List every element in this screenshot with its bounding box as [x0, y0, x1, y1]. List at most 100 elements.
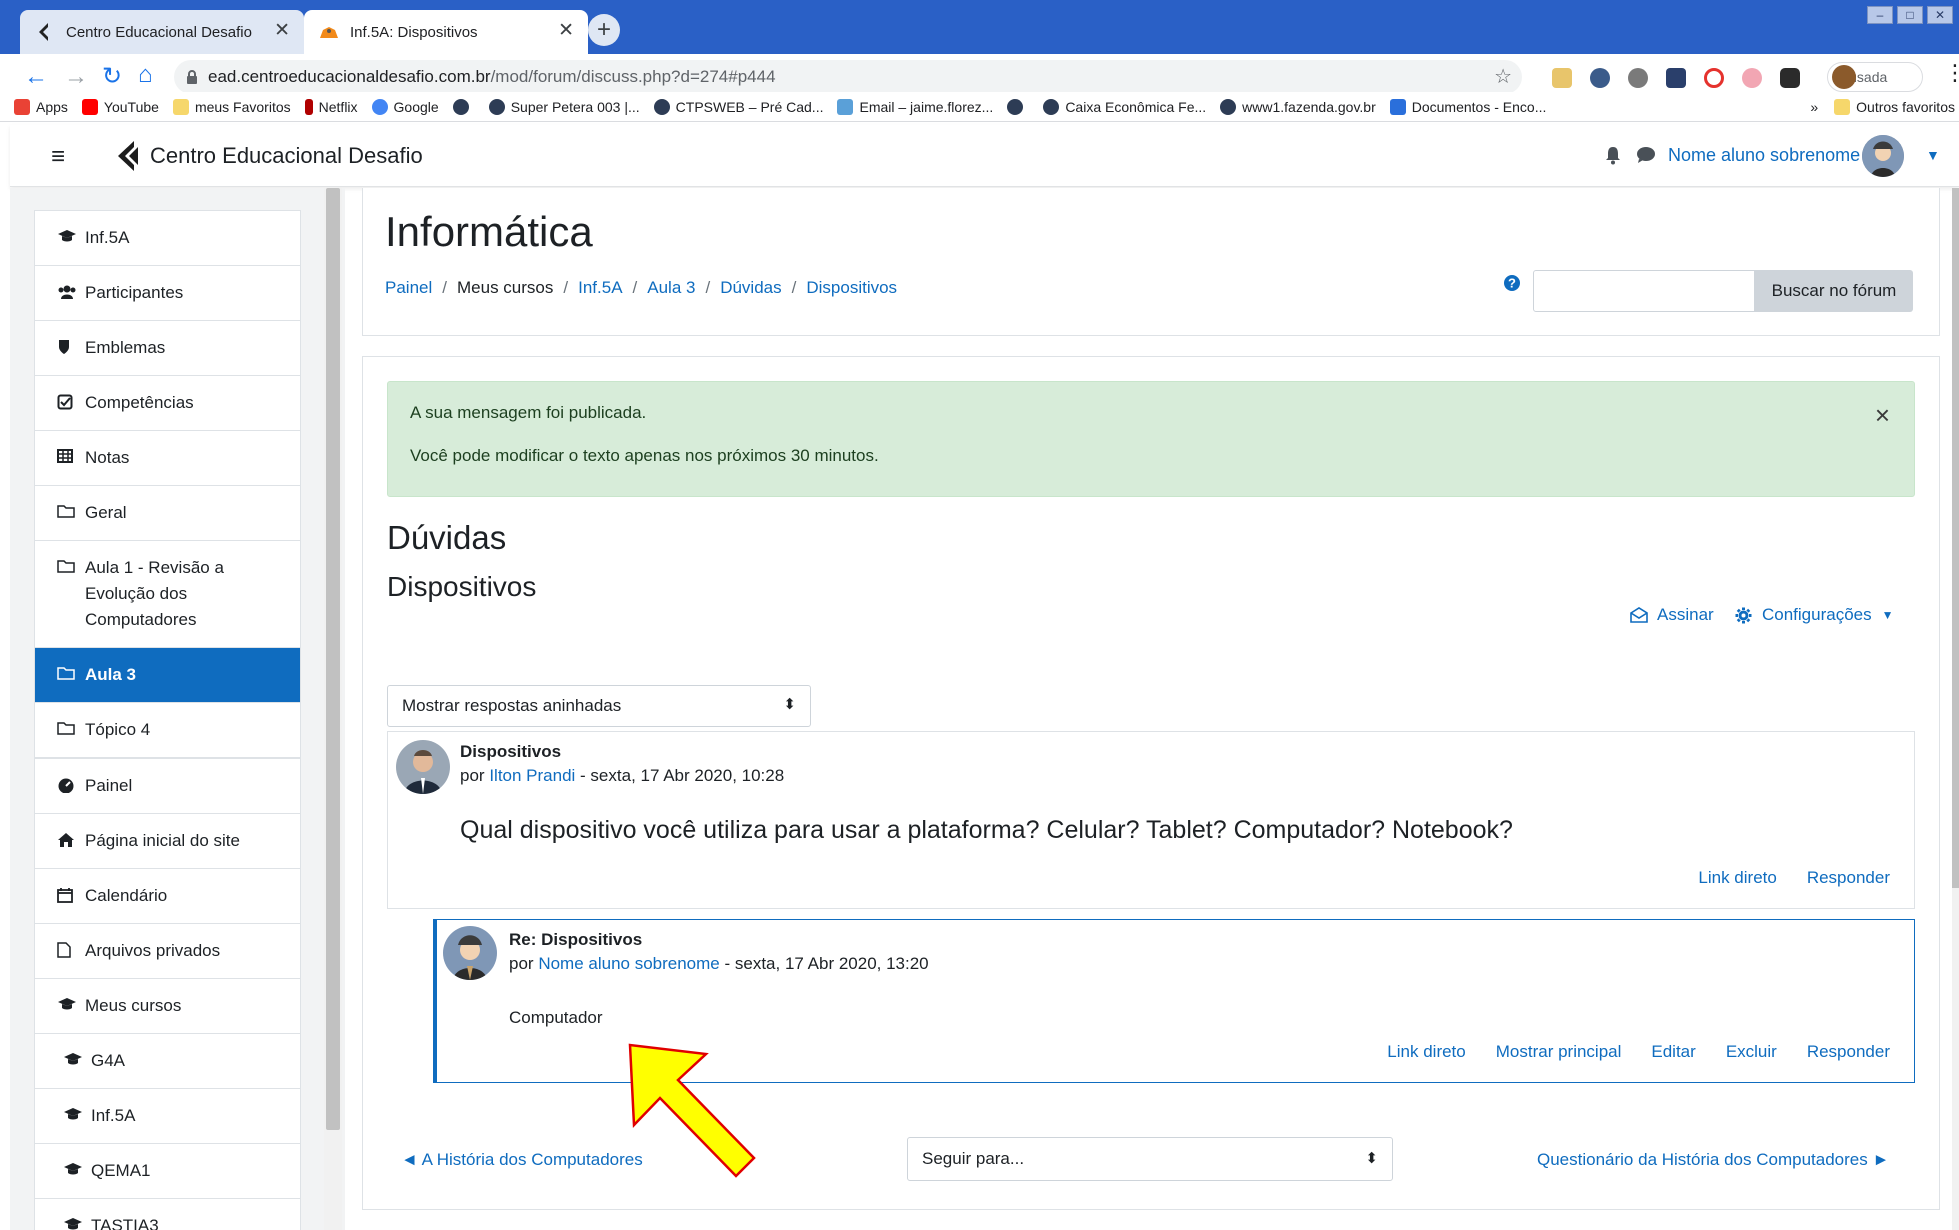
bookmark-petera[interactable]: Super Petera 003 |...	[488, 98, 640, 115]
back-arrow-icon[interactable]: ←	[24, 64, 48, 90]
extension-icon[interactable]	[1552, 68, 1572, 88]
browser-menu-icon[interactable]: ⋮	[1944, 60, 1959, 86]
bookmark-globe[interactable]	[1007, 98, 1029, 115]
bookmark-star-icon[interactable]: ☆	[1494, 64, 1512, 89]
drawer-item-badges[interactable]: Emblemas	[35, 321, 300, 376]
graduation-cap-icon	[63, 1162, 83, 1180]
browser-tab-1[interactable]: Centro Educacional Desafio ✕	[20, 10, 304, 54]
post-author-link[interactable]: Ilton Prandi	[489, 766, 575, 785]
bookmark-fazenda[interactable]: www1.fazenda.gov.br	[1220, 98, 1376, 115]
drawer-item-calendar[interactable]: Calendário	[35, 869, 300, 924]
minimize-button[interactable]: –	[1867, 6, 1893, 24]
other-bookmarks[interactable]: Outros favoritos	[1834, 98, 1955, 115]
permalink-link[interactable]: Link direto	[1387, 1042, 1465, 1062]
browser-tab-2[interactable]: Inf.5A: Dispositivos ✕	[304, 10, 588, 54]
site-name[interactable]: Centro Educacional Desafio	[150, 143, 423, 169]
profile-avatar	[1832, 65, 1856, 89]
extension-icon[interactable]	[1780, 68, 1800, 88]
forward-arrow-icon[interactable]: →	[64, 64, 88, 90]
next-activity-link[interactable]: Questionário da História dos Computadore…	[1537, 1150, 1889, 1170]
new-tab-button[interactable]: +	[588, 14, 620, 46]
drawer-scrollbar[interactable]	[326, 188, 340, 1130]
drawer-item-course-inf5a[interactable]: Inf.5A	[35, 1089, 300, 1144]
drawer-item-course-tastia3[interactable]: TASTIA3	[35, 1199, 300, 1230]
close-tab-icon[interactable]: ✕	[558, 20, 574, 42]
breadcrumb-section[interactable]: Aula 3	[647, 278, 695, 298]
block-extension-icon[interactable]	[1704, 68, 1724, 88]
address-bar[interactable]: ead.centroeducacionaldesafio.com.br/mod/…	[174, 60, 1522, 94]
drawer-item-course[interactable]: Inf.5A	[35, 211, 300, 266]
drawer-item-my-courses[interactable]: Meus cursos	[35, 979, 300, 1034]
breadcrumb-dashboard[interactable]: Painel	[385, 278, 432, 298]
permalink-link[interactable]: Link direto	[1698, 868, 1776, 888]
bookmark-apps[interactable]: Apps	[14, 98, 68, 115]
drawer-item-course-g4a[interactable]: G4A	[35, 1034, 300, 1089]
success-alert: A sua mensagem foi publicada. Você pode …	[387, 381, 1915, 497]
drawer-item-participants[interactable]: Participantes	[35, 266, 300, 321]
drawer-item-course-qema1[interactable]: QEMA1	[35, 1144, 300, 1199]
site-logo-icon[interactable]	[114, 139, 144, 173]
chat-icon[interactable]	[1636, 146, 1656, 164]
page-scrollbar[interactable]	[1952, 188, 1959, 1230]
drawer-item-private-files[interactable]: Arquivos privados	[35, 924, 300, 979]
edit-link[interactable]: Editar	[1651, 1042, 1695, 1062]
bookmark-globe[interactable]	[452, 98, 475, 115]
extension-icon[interactable]	[1590, 68, 1610, 88]
breadcrumb-discussion[interactable]: Dispositivos	[806, 278, 897, 298]
drawer-toggle-button[interactable]: ≡	[40, 143, 76, 173]
forum-search-input[interactable]	[1533, 270, 1755, 312]
author-avatar[interactable]	[396, 740, 450, 794]
previous-activity-link[interactable]: ◄ A História dos Computadores	[401, 1150, 643, 1170]
bookmark-netflix[interactable]: Netflix	[304, 98, 358, 115]
bookmark-caixa[interactable]: Caixa Econômica Fe...	[1043, 98, 1206, 115]
maximize-button[interactable]: □	[1897, 6, 1923, 24]
globe-icon	[1007, 98, 1024, 115]
drawer-item-section-general[interactable]: Geral	[35, 486, 300, 541]
extension-icon[interactable]	[1666, 68, 1686, 88]
close-icon[interactable]: ×	[1875, 400, 1890, 431]
home-icon[interactable]: ⌂	[138, 62, 153, 88]
chevron-down-icon[interactable]: ▼	[1926, 147, 1940, 163]
drawer-item-grades[interactable]: Notas	[35, 431, 300, 486]
author-avatar[interactable]	[443, 926, 497, 980]
drawer-item-section-aula3[interactable]: Aula 3	[35, 648, 300, 703]
close-tab-icon[interactable]: ✕	[274, 20, 290, 42]
show-parent-link[interactable]: Mostrar principal	[1496, 1042, 1622, 1062]
bookmark-youtube[interactable]: YouTube	[81, 98, 159, 115]
folder-icon	[57, 721, 77, 739]
bookmarks-overflow-button[interactable]: »	[1810, 99, 1818, 115]
browser-tab-title: Centro Educacional Desafio	[66, 23, 252, 41]
globe-icon	[653, 98, 670, 115]
subscribe-button[interactable]: Assinar	[1629, 605, 1714, 625]
post-author-link[interactable]: Nome aluno sobrenome	[538, 954, 719, 973]
apps-grid-icon	[14, 98, 30, 115]
drawer-item-section-topico4[interactable]: Tópico 4	[35, 703, 300, 757]
reply-link[interactable]: Responder	[1807, 1042, 1890, 1062]
drawer-item-section-aula1[interactable]: Aula 1 - Revisão a Evolução dos Computad…	[35, 541, 300, 648]
help-icon[interactable]: ?	[1503, 274, 1521, 292]
extension-icon[interactable]	[1742, 68, 1762, 88]
breadcrumb-forum[interactable]: Dúvidas	[720, 278, 781, 298]
drawer-item-competencies[interactable]: Competências	[35, 376, 300, 431]
breadcrumb-course[interactable]: Inf.5A	[578, 278, 622, 298]
profile-button[interactable]: Pausada	[1827, 62, 1923, 92]
close-window-button[interactable]: ✕	[1927, 6, 1953, 24]
forum-search-button[interactable]: Buscar no fórum	[1755, 270, 1913, 312]
bookmark-ctpsweb[interactable]: CTPSWEB – Pré Cad...	[653, 98, 823, 115]
user-avatar[interactable]	[1862, 135, 1904, 177]
drawer-item-site-home[interactable]: Página inicial do site	[35, 814, 300, 869]
bookmark-google[interactable]: Google	[371, 98, 439, 115]
reply-link[interactable]: Responder	[1807, 868, 1890, 888]
user-menu-name[interactable]: Nome aluno sobrenome	[1668, 145, 1860, 166]
bookmark-email[interactable]: Email – jaime.florez...	[837, 98, 993, 115]
bell-icon[interactable]	[1604, 145, 1622, 165]
settings-menu-button[interactable]: Configurações ▼	[1735, 605, 1894, 625]
drawer-item-dashboard[interactable]: Painel	[35, 759, 300, 814]
bookmark-documentos[interactable]: Documentos - Enco...	[1389, 98, 1546, 115]
jump-to-select[interactable]: Seguir para... ⬍	[907, 1137, 1393, 1181]
delete-link[interactable]: Excluir	[1726, 1042, 1777, 1062]
extension-icon[interactable]	[1628, 68, 1648, 88]
display-mode-select[interactable]: Mostrar respostas aninhadas ⬍	[387, 685, 811, 727]
bookmark-folder[interactable]: meus Favoritos	[172, 98, 291, 115]
reload-icon[interactable]: ↻	[102, 64, 122, 90]
